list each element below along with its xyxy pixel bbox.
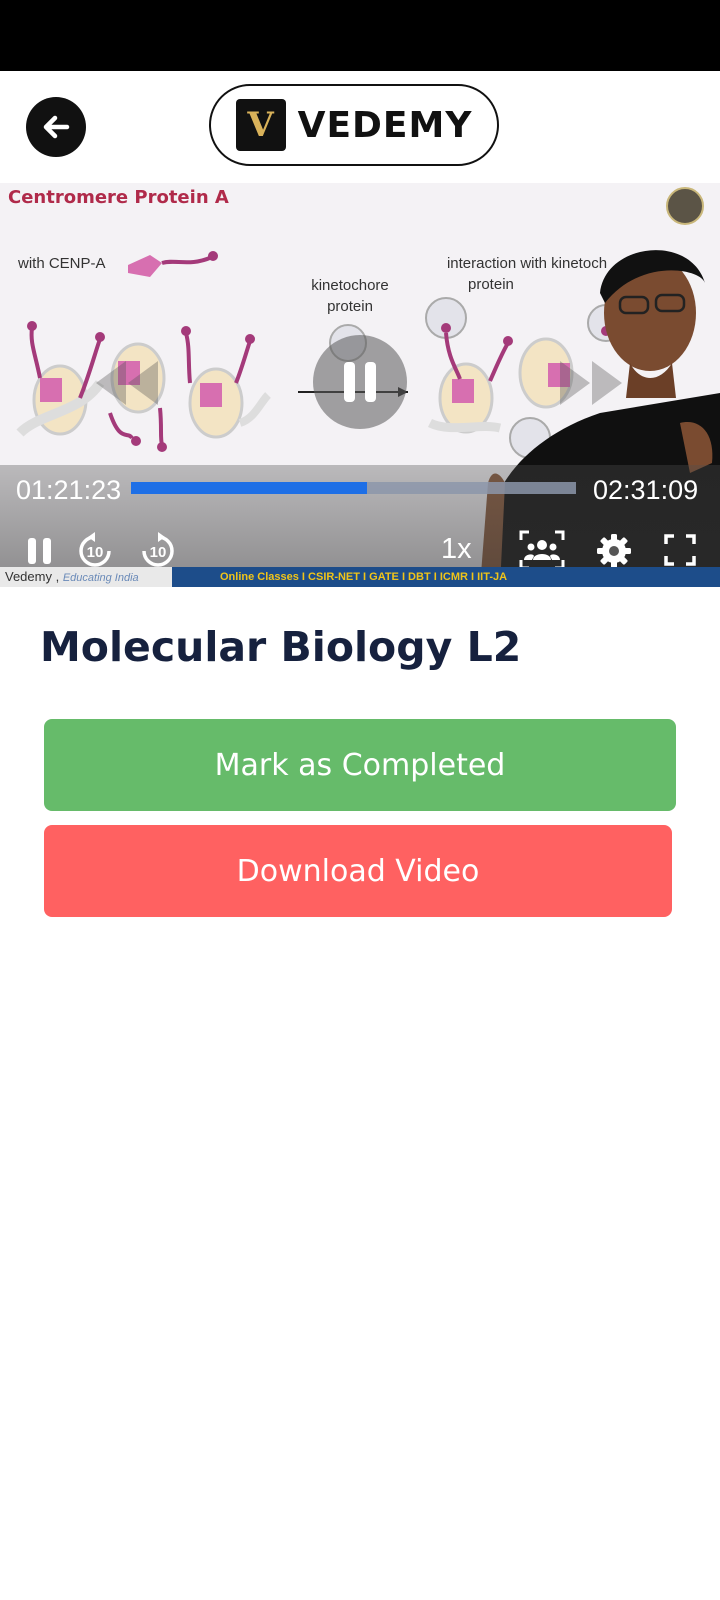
footer-brand: Vedemy , — [5, 569, 60, 584]
forward-seconds: 10 — [150, 544, 167, 561]
seek-forward-ghost-icon — [560, 361, 622, 405]
video-title: Molecular Biology L2 — [40, 623, 522, 671]
pause-icon — [344, 362, 376, 402]
mark-completed-button[interactable]: Mark as Completed — [44, 719, 676, 811]
slide-footer: Vedemy , Educating India Online Classes … — [0, 567, 720, 587]
slide-footer-brand: Vedemy , Educating India — [0, 567, 172, 587]
pause-icon — [28, 538, 51, 564]
progress-fill — [131, 482, 367, 494]
forward-10-icon: 10 — [142, 532, 174, 567]
vedemy-logo: V VEDEMY — [209, 84, 499, 166]
footer-courses: Online Classes I CSIR-NET I GATE I DBT I… — [220, 571, 508, 583]
video-player[interactable]: Centromere Protein A with CENP-A kinetoc… — [0, 183, 720, 587]
settings-button[interactable] — [595, 532, 633, 570]
playback-speed-button[interactable]: 1x — [441, 533, 472, 566]
rewind-10-button[interactable]: 10 — [76, 532, 114, 570]
current-time: 01:21:23 — [16, 475, 122, 505]
forward-10-button[interactable]: 10 — [139, 532, 177, 570]
fullscreen-button[interactable] — [662, 532, 698, 568]
gear-icon — [597, 534, 631, 568]
watch-party-button[interactable] — [519, 530, 565, 570]
logo-mark: V — [235, 99, 286, 151]
pause-button[interactable] — [24, 535, 56, 567]
status-bar — [0, 0, 720, 71]
app-header: V VEDEMY — [0, 71, 720, 183]
arrow-left-icon — [43, 115, 70, 139]
group-icon — [519, 530, 565, 570]
progress-bar[interactable] — [131, 482, 576, 494]
fullscreen-icon — [664, 534, 696, 566]
download-video-button[interactable]: Download Video — [44, 825, 672, 917]
back-button[interactable] — [26, 97, 86, 157]
center-pause-button[interactable] — [313, 335, 407, 429]
logo-text: VEDEMY — [297, 104, 473, 146]
seek-back-ghost-icon — [96, 361, 158, 405]
rewind-10-icon: 10 — [79, 532, 111, 567]
footer-tagline: Educating India — [62, 572, 139, 584]
total-time: 02:31:09 — [593, 475, 699, 505]
rewind-seconds: 10 — [87, 544, 104, 561]
logo-letter: V — [247, 105, 274, 145]
